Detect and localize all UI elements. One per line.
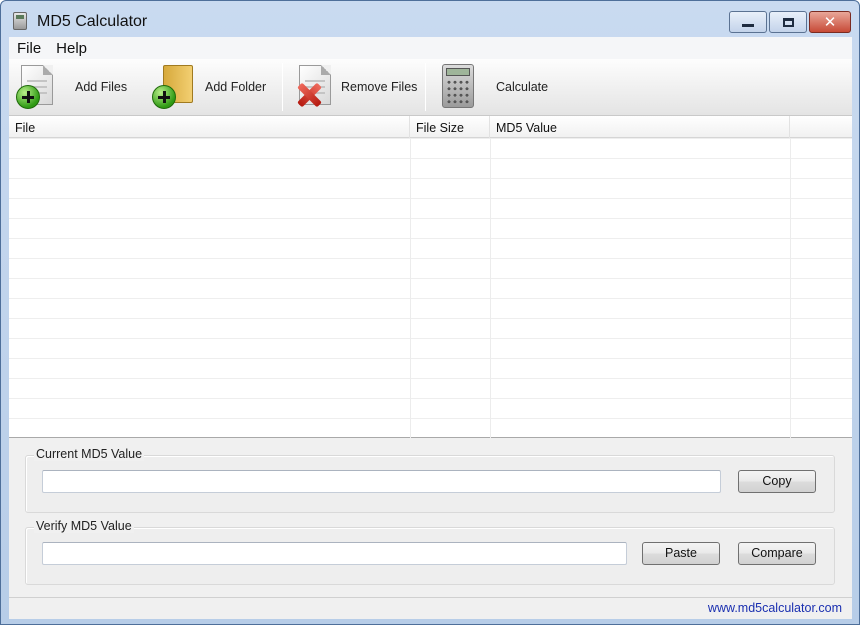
add-files-icon — [13, 59, 63, 115]
calculate-button[interactable]: Calculate — [433, 59, 563, 115]
add-files-button[interactable]: Add Files — [13, 59, 139, 115]
remove-files-icon — [289, 59, 339, 115]
column-header-file[interactable]: File — [9, 116, 410, 138]
minimize-button[interactable] — [729, 11, 767, 33]
remove-files-label: Remove Files — [341, 80, 418, 94]
menu-help[interactable]: Help — [48, 37, 94, 59]
column-divider — [490, 138, 491, 438]
menu-bar: File Help — [9, 37, 852, 59]
add-files-label: Add Files — [75, 80, 128, 94]
client-area: File Help Add Files Add Folder Remove Fi… — [9, 37, 852, 619]
copy-button[interactable]: Copy — [738, 470, 816, 493]
app-window: MD5 Calculator ✕ File Help Add Files Add… — [0, 0, 860, 625]
column-header-md5-value[interactable]: MD5 Value — [490, 116, 790, 138]
title-bar[interactable]: MD5 Calculator ✕ — [1, 1, 859, 37]
current-md5-label: Current MD5 Value — [34, 447, 145, 461]
calculator-app-icon — [13, 12, 27, 30]
current-md5-group: Current MD5 Value Copy — [25, 447, 835, 513]
column-divider — [410, 138, 411, 438]
website-link[interactable]: www.md5calculator.com — [708, 601, 842, 615]
verify-md5-label: Verify MD5 Value — [34, 519, 134, 533]
table-body[interactable] — [9, 138, 852, 438]
add-folder-button[interactable]: Add Folder — [149, 59, 279, 115]
toolbar-separator — [425, 63, 426, 111]
verify-md5-input[interactable] — [42, 542, 627, 565]
maximize-button[interactable] — [769, 11, 807, 33]
calculate-label: Calculate — [496, 80, 549, 94]
close-icon: ✕ — [823, 13, 837, 31]
add-folder-icon — [149, 59, 199, 115]
minimize-icon — [742, 23, 754, 27]
status-bar: www.md5calculator.com — [9, 597, 852, 619]
verify-md5-group: Verify MD5 Value Paste Compare — [25, 519, 835, 585]
column-divider — [790, 138, 791, 438]
remove-files-button[interactable]: Remove Files — [289, 59, 423, 115]
file-list-table[interactable]: File File Size MD5 Value — [9, 116, 852, 438]
maximize-icon — [782, 17, 794, 27]
toolbar-separator — [282, 63, 283, 111]
menu-file[interactable]: File — [9, 37, 48, 59]
column-header-file-size[interactable]: File Size — [410, 116, 490, 138]
window-title: MD5 Calculator — [37, 13, 148, 30]
current-md5-input[interactable] — [42, 470, 721, 493]
compare-button[interactable]: Compare — [738, 542, 816, 565]
close-button[interactable]: ✕ — [809, 11, 851, 33]
calculator-icon — [433, 59, 483, 115]
paste-button[interactable]: Paste — [642, 542, 720, 565]
table-header: File File Size MD5 Value — [9, 116, 852, 138]
add-folder-label: Add Folder — [205, 80, 267, 94]
toolbar: Add Files Add Folder Remove Files Calcul… — [9, 59, 852, 116]
